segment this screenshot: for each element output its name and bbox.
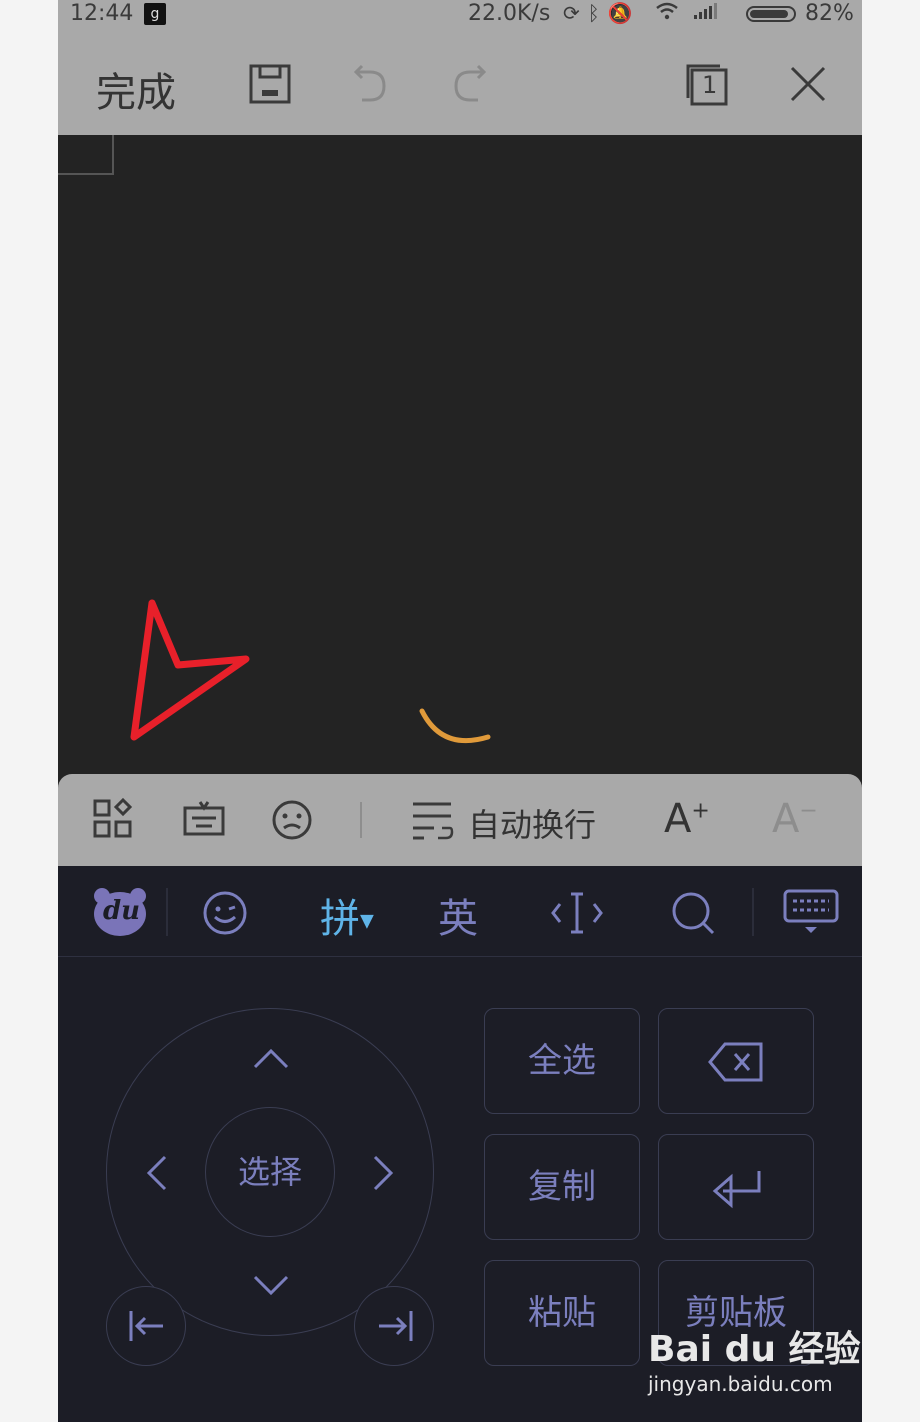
pinyin-label: 拼: [320, 896, 360, 942]
enter-key[interactable]: [658, 1134, 814, 1240]
arrow-up-icon[interactable]: [253, 1047, 289, 1073]
bluetooth-icon: ᛒ: [587, 1, 608, 25]
status-time: 12:44: [70, 1, 134, 26]
emoji-keyboard-icon[interactable]: [202, 890, 248, 940]
arrow-down-icon[interactable]: [253, 1275, 289, 1301]
save-icon[interactable]: [248, 62, 292, 106]
grid-icon[interactable]: [92, 797, 134, 844]
wrap-icon[interactable]: [410, 798, 454, 846]
keyboard-toolbar-divider: [166, 888, 168, 936]
cursor-edit-icon[interactable]: [550, 890, 604, 940]
jump-to-start-icon: [129, 1311, 163, 1341]
paste-key[interactable]: 粘贴: [484, 1260, 640, 1366]
network-speed: 22.0K/s: [468, 1, 551, 26]
editor-canvas[interactable]: [58, 135, 862, 775]
status-bar: 12:44 g 22.0K/s ⟳ᛒ🔕 82%: [58, 0, 862, 30]
plus-icon: +: [691, 798, 710, 824]
loading-spinner: [419, 708, 491, 744]
undo-icon[interactable]: [348, 62, 392, 106]
edit-tools-bar: 自动换行 A+ A−: [58, 774, 862, 866]
copy-key[interactable]: 复制: [484, 1134, 640, 1240]
editor-toolbar: 完成 1: [58, 30, 862, 135]
du-logo-text: du: [103, 896, 141, 926]
pinyin-mode-button[interactable]: 拼▼: [320, 886, 374, 944]
auto-wrap-label[interactable]: 自动换行: [468, 800, 596, 846]
done-button[interactable]: 完成: [96, 60, 176, 118]
arrow-right-icon[interactable]: [373, 1155, 395, 1195]
font-decrease-letter: A: [772, 796, 800, 842]
line-end-button[interactable]: [354, 1286, 434, 1366]
font-decrease-button[interactable]: A−: [772, 796, 818, 842]
select-button[interactable]: 选择: [205, 1107, 335, 1237]
redo-icon[interactable]: [448, 62, 492, 106]
close-icon[interactable]: [786, 62, 830, 106]
margin-corner-mark: [58, 135, 114, 175]
arrow-left-icon[interactable]: [145, 1155, 167, 1195]
keyboard-toolbar-divider: [752, 888, 754, 936]
baidu-jingyan-watermark: Bai du 经验 jingyan.baidu.com: [648, 1320, 920, 1400]
minus-icon: −: [799, 798, 818, 824]
signal-icon: [693, 1, 718, 25]
phone-screen: 12:44 g 22.0K/s ⟳ᛒ🔕 82% 完成 1 自动换行 A+ A− …: [58, 0, 862, 1422]
wifi-icon: [641, 1, 694, 25]
enter-icon: [712, 1171, 761, 1209]
battery-icon: [746, 6, 796, 22]
dropdown-caret-icon: ▼: [360, 910, 374, 932]
watermark-brand: Bai du 经验: [648, 1329, 861, 1370]
backspace-key[interactable]: [658, 1008, 814, 1114]
backspace-icon: [708, 1042, 763, 1082]
battery-percent: 82%: [805, 1, 854, 26]
emoji-icon[interactable]: [270, 798, 314, 846]
watermark-url: jingyan.baidu.com: [648, 1372, 833, 1396]
annotation-arrow: [130, 599, 250, 741]
select-all-key[interactable]: 全选: [484, 1008, 640, 1114]
line-start-button[interactable]: [106, 1286, 186, 1366]
search-icon[interactable]: [670, 890, 716, 940]
edit-tools-divider: [360, 802, 362, 838]
notification-icon: g: [144, 3, 166, 25]
keyboard-toolbar: du 拼▼ 英: [58, 866, 862, 957]
mute-icon: 🔕: [607, 1, 641, 25]
keyboard-toggle-icon[interactable]: [182, 798, 226, 846]
status-icons: ⟳ᛒ🔕: [563, 1, 718, 25]
jump-to-end-icon: [379, 1311, 413, 1341]
du-logo-button[interactable]: du: [92, 886, 148, 938]
sync-icon: ⟳: [563, 1, 588, 25]
pages-icon[interactable]: 1: [684, 62, 728, 106]
hide-keyboard-icon[interactable]: [782, 888, 840, 940]
font-increase-letter: A: [664, 796, 692, 842]
english-mode-button[interactable]: 英: [438, 886, 478, 944]
font-increase-button[interactable]: A+: [664, 796, 710, 842]
page-number: 1: [702, 71, 718, 99]
